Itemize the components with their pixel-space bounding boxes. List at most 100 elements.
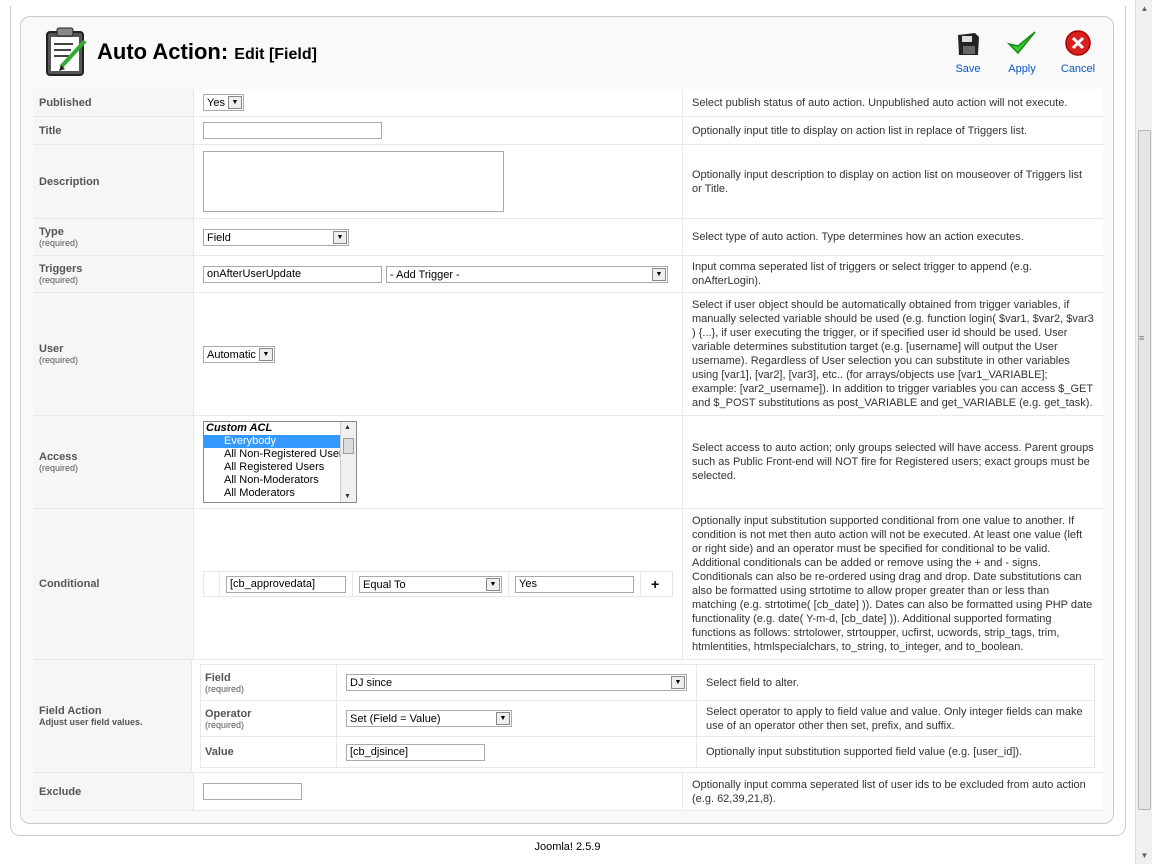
access-help: Select access to auto action; only group… (683, 416, 1103, 508)
exclude-help: Optionally input comma seperated list of… (683, 773, 1103, 810)
type-label: Type (39, 226, 64, 238)
chevron-down-icon: ▼ (486, 577, 500, 591)
access-label: Access (39, 451, 78, 463)
fa-operator-label: Operator (205, 707, 252, 720)
fa-field-required: (required) (205, 683, 245, 694)
field-action-value-row: Value Optionally input substitution supp… (201, 737, 1094, 767)
row-field-action: Field Action Adjust user field values. Fi… (33, 660, 1103, 773)
add-trigger-select[interactable]: - Add Trigger - ▼ (386, 265, 668, 283)
user-help: Select if user object should be automati… (683, 293, 1103, 415)
page-scrollbar[interactable]: ▲ ≡ ▼ (1135, 0, 1152, 864)
floppy-save-icon (958, 33, 979, 55)
chevron-down-icon: ▼ (671, 676, 685, 689)
description-textarea[interactable] (203, 151, 504, 212)
scrollbar-thumb[interactable] (343, 438, 354, 454)
triggers-help: Input comma seperated list of triggers o… (683, 256, 1103, 292)
triggers-label: Triggers (39, 263, 83, 275)
fa-value-label: Value (205, 746, 234, 758)
clipboard-icon (46, 27, 87, 76)
cancel-button[interactable]: Cancel (1053, 29, 1103, 75)
access-option[interactable]: Everybody (204, 435, 356, 448)
conditional-help: Optionally input substitution supported … (683, 509, 1103, 659)
field-action-sublabel: Adjust user field values. (39, 717, 143, 727)
title-label: Title (39, 124, 62, 137)
fa-value-help: Optionally input substitution supported … (706, 746, 1023, 758)
fa-operator-required: (required) (205, 719, 245, 730)
save-button[interactable]: Save (943, 29, 993, 75)
chevron-down-icon: ▼ (652, 267, 666, 281)
description-help: Optionally input description to display … (683, 145, 1103, 218)
exclude-label: Exclude (39, 785, 82, 798)
conditional-left-input[interactable] (226, 575, 346, 593)
page-subtitle: Edit [Field] (234, 46, 317, 63)
auto-action-form: Published Yes ▼ Select publish status of … (33, 89, 1103, 811)
access-option[interactable]: All Non-Moderators (204, 474, 356, 487)
fa-operator-help: Select operator to apply to field value … (706, 705, 1083, 732)
field-action-label: Field Action (39, 705, 102, 717)
title-help: Optionally input title to display on act… (683, 117, 1103, 144)
scroll-up-arrow-icon[interactable]: ▲ (1138, 2, 1151, 15)
access-option[interactable]: All Non-Registered Users (204, 448, 356, 461)
apply-button[interactable]: Apply (997, 29, 1047, 75)
exclude-input[interactable] (203, 783, 302, 800)
main-panel: Auto Action: Edit [Field] Save Apply Can… (20, 16, 1114, 824)
row-triggers: Triggers(required) - Add Trigger -▼ Inpu… (33, 256, 1103, 293)
fa-value-input[interactable] (346, 743, 485, 761)
row-published: Published Yes ▼ Select publish status of … (33, 89, 1103, 117)
field-action-field-row: Field (required) DJ since ▼ Select field t… (201, 665, 1094, 701)
add-conditional-button[interactable]: + (641, 576, 669, 592)
checkmark-apply-icon (1007, 31, 1036, 55)
save-label: Save (955, 63, 981, 75)
access-option[interactable]: All Registered Users (204, 461, 356, 474)
toolbar-header: Auto Action: Edit [Field] Save Apply Can… (21, 17, 1113, 89)
type-select[interactable]: Field ▼ (203, 228, 349, 246)
row-conditional: Conditional Equal To▼ + Optionally input… (33, 509, 1103, 660)
fa-field-label: Field (205, 671, 231, 684)
row-access: Access (required) Custom ACL Everybody Al… (33, 416, 1103, 509)
published-help: Select publish status of auto action. Un… (683, 89, 1103, 116)
fa-field-help: Select field to alter. (706, 676, 799, 689)
drag-handle[interactable] (204, 572, 220, 596)
access-optgroup: Custom ACL (206, 422, 273, 434)
chevron-down-icon: ▼ (227, 96, 242, 109)
conditional-operator-select[interactable]: Equal To ▼ (359, 575, 502, 593)
access-listbox-scrollbar[interactable]: ▲ ▼ (340, 422, 356, 502)
type-required: (required) (39, 238, 79, 248)
row-type: Type (required) Field ▼ Select type of aut… (33, 219, 1103, 256)
scrollbar-grip-icon: ≡ (1139, 333, 1145, 343)
fa-operator-select[interactable]: Set (Field = Value) ▼ (346, 710, 512, 727)
scrollbar-thumb[interactable] (1138, 130, 1151, 810)
page-title: Auto Action: Edit [Field] (97, 39, 317, 64)
cancel-label: Cancel (1060, 63, 1096, 75)
published-label: Published (39, 96, 92, 109)
triggers-required: (required) (39, 275, 79, 285)
cancel-x-icon (1065, 30, 1091, 56)
triggers-input[interactable] (203, 265, 382, 283)
row-description: Description Optionally input description… (33, 145, 1103, 219)
fa-field-select[interactable]: DJ since ▼ (346, 674, 687, 691)
apply-label: Apply (1008, 63, 1036, 75)
conditional-label: Conditional (39, 578, 100, 590)
access-required: (required) (39, 463, 79, 473)
row-user: User (required) Automatic ▼ Select if user… (33, 293, 1103, 416)
access-listbox[interactable]: Custom ACL Everybody All Non-Registered … (203, 421, 357, 503)
type-help: Select type of auto action. Type determi… (683, 219, 1103, 255)
published-select[interactable]: Yes ▼ (203, 94, 244, 111)
chevron-down-icon: ▼ (333, 230, 347, 244)
row-exclude: Exclude Optionally input comma seperated… (33, 773, 1103, 811)
title-input[interactable] (203, 122, 382, 139)
field-action-operator-row: Operator (required) Set (Field = Value) ▼ … (201, 701, 1094, 737)
user-required: (required) (39, 355, 79, 365)
conditional-row: Equal To▼ + (203, 571, 673, 597)
conditional-right-input[interactable] (515, 575, 634, 593)
scroll-down-arrow-icon[interactable]: ▼ (1138, 849, 1151, 862)
footer-version: Joomla! 2.5.9 (534, 841, 601, 853)
row-title: Title Optionally input title to display … (33, 117, 1103, 145)
chevron-down-icon: ▼ (496, 712, 510, 725)
scroll-down-arrow-icon[interactable]: ▼ (344, 493, 351, 500)
user-select[interactable]: Automatic ▼ (203, 345, 275, 363)
scroll-up-arrow-icon[interactable]: ▲ (344, 424, 351, 431)
chevron-down-icon: ▼ (258, 347, 273, 361)
user-label: User (39, 343, 64, 355)
access-option[interactable]: All Moderators (204, 487, 356, 500)
